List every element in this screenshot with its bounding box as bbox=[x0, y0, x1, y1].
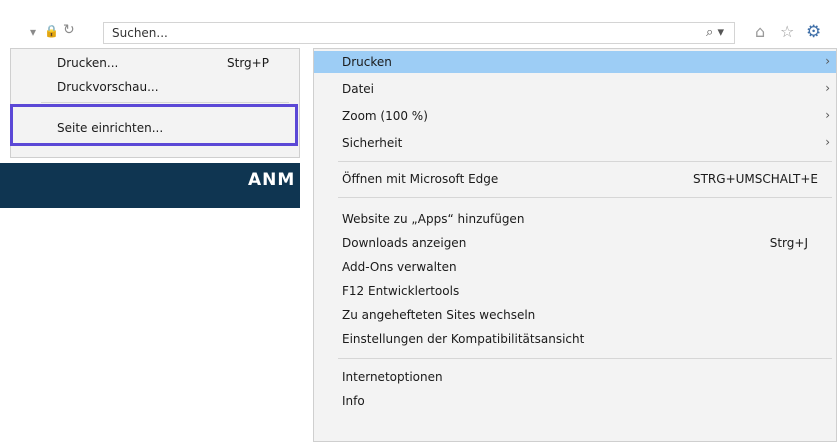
chevron-right-icon: › bbox=[825, 108, 830, 122]
menu-separator bbox=[338, 197, 832, 198]
menu-item-label: Drucken... bbox=[57, 56, 119, 70]
menu-item-info[interactable]: Info bbox=[314, 390, 836, 412]
menu-item-label: Öffnen mit Microsoft Edge bbox=[342, 172, 499, 186]
menu-item-label: F12 Entwicklertools bbox=[342, 284, 460, 298]
menu-item-label: Datei bbox=[342, 82, 375, 96]
chevron-right-icon: › bbox=[825, 135, 830, 149]
menu-item-label: Zu angehefteten Sites wechseln bbox=[342, 308, 536, 322]
tools-menu: Drucken › Datei › Zoom (100 %) › Sicherh… bbox=[313, 48, 837, 442]
menu-item-addons[interactable]: Add-Ons verwalten bbox=[314, 256, 836, 278]
search-placeholder: Suchen... bbox=[112, 26, 168, 40]
search-input[interactable]: Suchen... ⌕ ▾ bbox=[103, 22, 735, 44]
focus-highlight-box bbox=[10, 104, 298, 146]
favorites-star-icon[interactable]: ☆ bbox=[780, 22, 794, 41]
search-icon[interactable]: ⌕ ▾ bbox=[706, 25, 724, 40]
menu-item-drucken-dialog[interactable]: Drucken... Strg+P bbox=[11, 52, 299, 74]
menu-item-label: Sicherheit bbox=[342, 136, 403, 150]
menu-separator bbox=[338, 358, 832, 359]
menu-item-shortcut: STRG+UMSCHALT+E bbox=[692, 172, 818, 186]
menu-item-downloads[interactable]: Downloads anzeigen Strg+J bbox=[314, 232, 836, 254]
menu-item-label: Downloads anzeigen bbox=[342, 236, 467, 250]
menu-item-pinned-sites[interactable]: Zu angehefteten Sites wechseln bbox=[314, 304, 836, 326]
menu-item-label: Zoom (100 %) bbox=[342, 109, 428, 123]
menu-item-label: Druckvorschau... bbox=[57, 80, 159, 94]
refresh-icon[interactable]: ↻ bbox=[63, 23, 75, 37]
menu-separator bbox=[338, 161, 832, 162]
lock-icon[interactable]: 🔒 bbox=[44, 24, 59, 38]
menu-item-add-apps[interactable]: Website zu „Apps“ hinzufügen bbox=[314, 208, 836, 230]
menu-item-label: Einstellungen der Kompatibilitätsansicht bbox=[342, 332, 585, 346]
menu-item-devtools[interactable]: F12 Entwicklertools bbox=[314, 280, 836, 302]
menu-item-datei[interactable]: Datei › bbox=[314, 78, 836, 100]
menu-item-zoom[interactable]: Zoom (100 %) › bbox=[314, 105, 836, 127]
menu-item-shortcut: Strg+P bbox=[227, 56, 269, 70]
menu-item-compat-view[interactable]: Einstellungen der Kompatibilitätsansicht bbox=[314, 328, 836, 350]
menu-item-label: Info bbox=[342, 394, 365, 408]
menu-item-label: Website zu „Apps“ hinzufügen bbox=[342, 212, 525, 226]
menu-item-open-edge[interactable]: Öffnen mit Microsoft Edge STRG+UMSCHALT+… bbox=[314, 168, 836, 190]
banner-text: ANM bbox=[248, 170, 296, 190]
chevron-right-icon: › bbox=[825, 81, 830, 95]
menu-item-druckvorschau[interactable]: Druckvorschau... bbox=[11, 76, 299, 98]
chevron-right-icon: › bbox=[825, 54, 830, 68]
menu-item-shortcut: Strg+J bbox=[769, 236, 808, 250]
home-icon[interactable]: ⌂ bbox=[755, 22, 765, 41]
menu-separator bbox=[41, 102, 289, 103]
gear-icon[interactable]: ⚙ bbox=[806, 22, 821, 42]
menu-item-label: Internetoptionen bbox=[342, 370, 443, 384]
back-dropdown-icon[interactable]: ▾ bbox=[30, 25, 36, 39]
menu-item-drucken[interactable]: Drucken › bbox=[314, 51, 836, 73]
menu-item-label: Drucken bbox=[342, 55, 392, 69]
menu-item-label: Add-Ons verwalten bbox=[342, 260, 457, 274]
browser-toolbar: ▾ 🔒 ↻ Suchen... ⌕ ▾ ⌂ ☆ ⚙ bbox=[0, 0, 837, 44]
menu-item-internet-options[interactable]: Internetoptionen bbox=[314, 366, 836, 388]
menu-item-sicherheit[interactable]: Sicherheit › bbox=[314, 132, 836, 154]
